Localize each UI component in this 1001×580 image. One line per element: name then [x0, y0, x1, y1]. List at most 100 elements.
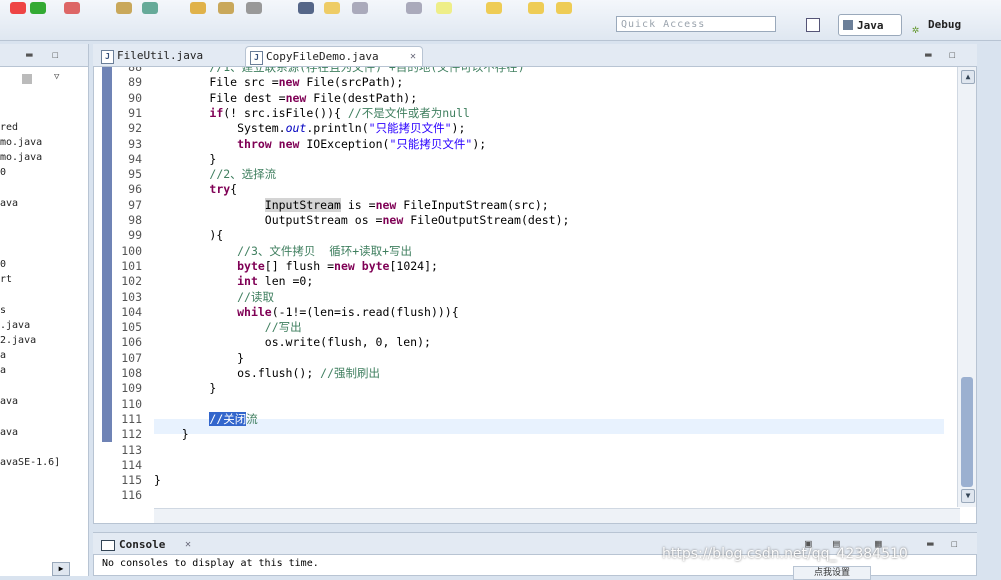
code-line[interactable]: 97 InputStream is =new FileInputStream(s… [94, 197, 944, 213]
minimize-icon[interactable]: ▬ [925, 48, 932, 61]
tree-item[interactable]: ava [0, 198, 18, 209]
close-icon[interactable]: ✕ [410, 47, 416, 67]
code-line[interactable]: 91 if(! src.isFile()){ //不是文件或者为null [94, 106, 944, 121]
tree-item[interactable]: 0 [0, 259, 6, 270]
code-line[interactable]: 98 OutputStream os =new FileOutputStream… [94, 213, 944, 228]
line-number: 108 [121, 366, 142, 380]
code-line[interactable]: 99 ){ [94, 228, 944, 243]
scroll-down-icon[interactable]: ▼ [961, 489, 975, 503]
code-line[interactable]: 94 } [94, 152, 944, 167]
code-line[interactable]: 111 //关闭流 [94, 411, 944, 427]
scroll-up-icon[interactable]: ▲ [961, 70, 975, 84]
code-editor[interactable]: 88 //1、建立联系源(存在且为文件) +目的地(文件可以不存在) 89 Fil… [93, 66, 977, 524]
play-icon[interactable] [30, 2, 46, 14]
line-number: 92 [128, 121, 142, 136]
refresh-icon[interactable] [142, 2, 158, 14]
code-line[interactable]: 108 os.flush(); //强制刷出 [94, 366, 944, 381]
code-line[interactable]: 114 [94, 458, 944, 473]
line-code: if(! src.isFile()){ //不是文件或者为null [209, 105, 470, 120]
code-line[interactable]: 107 } [94, 351, 944, 366]
tab-console[interactable]: Console ✕ [99, 535, 199, 555]
line-code: } [154, 427, 189, 442]
code-line[interactable]: 115} [94, 473, 944, 488]
minimize-icon[interactable]: ▬ [26, 48, 33, 61]
code-line[interactable]: 96 try{ [94, 182, 944, 197]
code-line[interactable]: 109 } [94, 381, 944, 396]
code-line[interactable]: 112 } [94, 427, 944, 442]
folder-icon[interactable] [190, 2, 206, 14]
tool-icon[interactable] [64, 2, 80, 14]
collapse-icon[interactable] [22, 74, 32, 84]
line-code: byte[] flush =new byte[1024]; [237, 258, 438, 273]
page-icon[interactable] [352, 2, 368, 14]
tree-item[interactable]: rt [0, 274, 12, 285]
line-number: 105 [121, 320, 142, 335]
code-line[interactable]: 104 while(-1!=(len=is.read(flush))){ [94, 305, 944, 320]
java-perspective-icon [843, 20, 853, 30]
perspective-debug-button[interactable]: ✲ Debug [908, 14, 978, 36]
tree-item[interactable]: red [0, 122, 18, 133]
line-number: 90 [128, 90, 142, 105]
maximize-icon[interactable]: ☐ [951, 537, 958, 550]
line-number: 113 [121, 442, 142, 457]
tree-item[interactable]: a [0, 350, 6, 361]
tab-copyfiledemo[interactable]: J CopyFileDemo.java ✕ [245, 46, 423, 66]
edit-icon[interactable] [218, 2, 234, 14]
highlight-icon[interactable] [324, 2, 340, 14]
code-line[interactable]: 88 //1、建立联系源(存在且为文件) +目的地(文件可以不存在) [94, 66, 944, 75]
tree-item[interactable]: mo.java [0, 152, 42, 163]
code-line[interactable]: 110 [94, 397, 944, 412]
code-line[interactable]: 103 //读取 [94, 290, 944, 305]
console-tab-label: Console [119, 538, 166, 551]
new-package-icon[interactable] [116, 2, 132, 14]
run-icon[interactable] [10, 2, 26, 14]
quick-access-input[interactable]: Quick Access [616, 16, 776, 32]
code-line[interactable]: 116 [94, 488, 944, 503]
line-code: //3、文件拷贝 循环+读取+写出 [237, 243, 413, 258]
minimize-icon[interactable]: ▬ [927, 537, 934, 550]
tree-item[interactable]: avaSE-1.6] [0, 457, 60, 468]
open-perspective-icon[interactable] [806, 18, 820, 32]
code-line[interactable]: 102 int len =0; [94, 274, 944, 289]
bulb-icon[interactable] [436, 2, 452, 14]
scroll-thumb[interactable] [961, 377, 973, 487]
line-number: 100 [121, 243, 142, 258]
tree-item[interactable]: a [0, 365, 6, 376]
line-number: 101 [121, 258, 142, 273]
back-icon[interactable] [528, 2, 544, 14]
forward-icon[interactable] [486, 2, 502, 14]
horizontal-scrollbar[interactable] [154, 508, 960, 523]
settings-button[interactable]: 点我设置 [793, 566, 871, 580]
tree-item[interactable]: mo.java [0, 137, 42, 148]
code-line[interactable]: 95 //2、选择流 [94, 167, 944, 182]
nav-icon[interactable] [298, 2, 314, 14]
tree-item[interactable]: ava [0, 396, 18, 407]
code-line[interactable]: 92 System.out.println("只能拷贝文件"); [94, 121, 944, 136]
code-line[interactable]: 89 File src =new File(srcPath); [94, 75, 944, 90]
tree-item[interactable]: .java [0, 320, 30, 331]
tab-fileutil[interactable]: J FileUtil.java [97, 46, 237, 66]
tree-item[interactable]: 2.java [0, 335, 36, 346]
vertical-scrollbar[interactable]: ▲ ▼ [957, 67, 976, 507]
tree-item[interactable]: 0 [0, 167, 6, 178]
code-line[interactable]: 113 [94, 443, 944, 458]
tree-item[interactable]: s [0, 305, 6, 316]
code-line[interactable]: 106 os.write(flush, 0, len); [94, 335, 944, 350]
line-code: //1、建立联系源(存在且为文件) +目的地(文件可以不存在) [209, 66, 525, 74]
view-menu-icon[interactable]: ▽ [54, 72, 59, 82]
search-icon[interactable] [246, 2, 262, 14]
doc-icon[interactable] [406, 2, 422, 14]
tree-item[interactable]: ava [0, 427, 18, 438]
scroll-right-button[interactable]: ▶ [52, 562, 70, 576]
code-line[interactable]: 105 //写出 [94, 320, 944, 335]
close-icon[interactable]: ✕ [185, 535, 191, 555]
maximize-icon[interactable]: ☐ [52, 48, 59, 61]
code-line[interactable]: 90 File dest =new File(destPath); [94, 91, 944, 106]
perspective-java-button[interactable]: Java [838, 14, 902, 36]
code-line[interactable]: 100 //3、文件拷贝 循环+读取+写出 [94, 244, 944, 259]
line-code: OutputStream os =new FileOutputStream(de… [154, 213, 570, 227]
code-line[interactable]: 101 byte[] flush =new byte[1024]; [94, 259, 944, 274]
next-icon[interactable] [556, 2, 572, 14]
code-line[interactable]: 93 throw new IOException("只能拷贝文件"); [94, 137, 944, 152]
maximize-icon[interactable]: ☐ [949, 48, 956, 61]
